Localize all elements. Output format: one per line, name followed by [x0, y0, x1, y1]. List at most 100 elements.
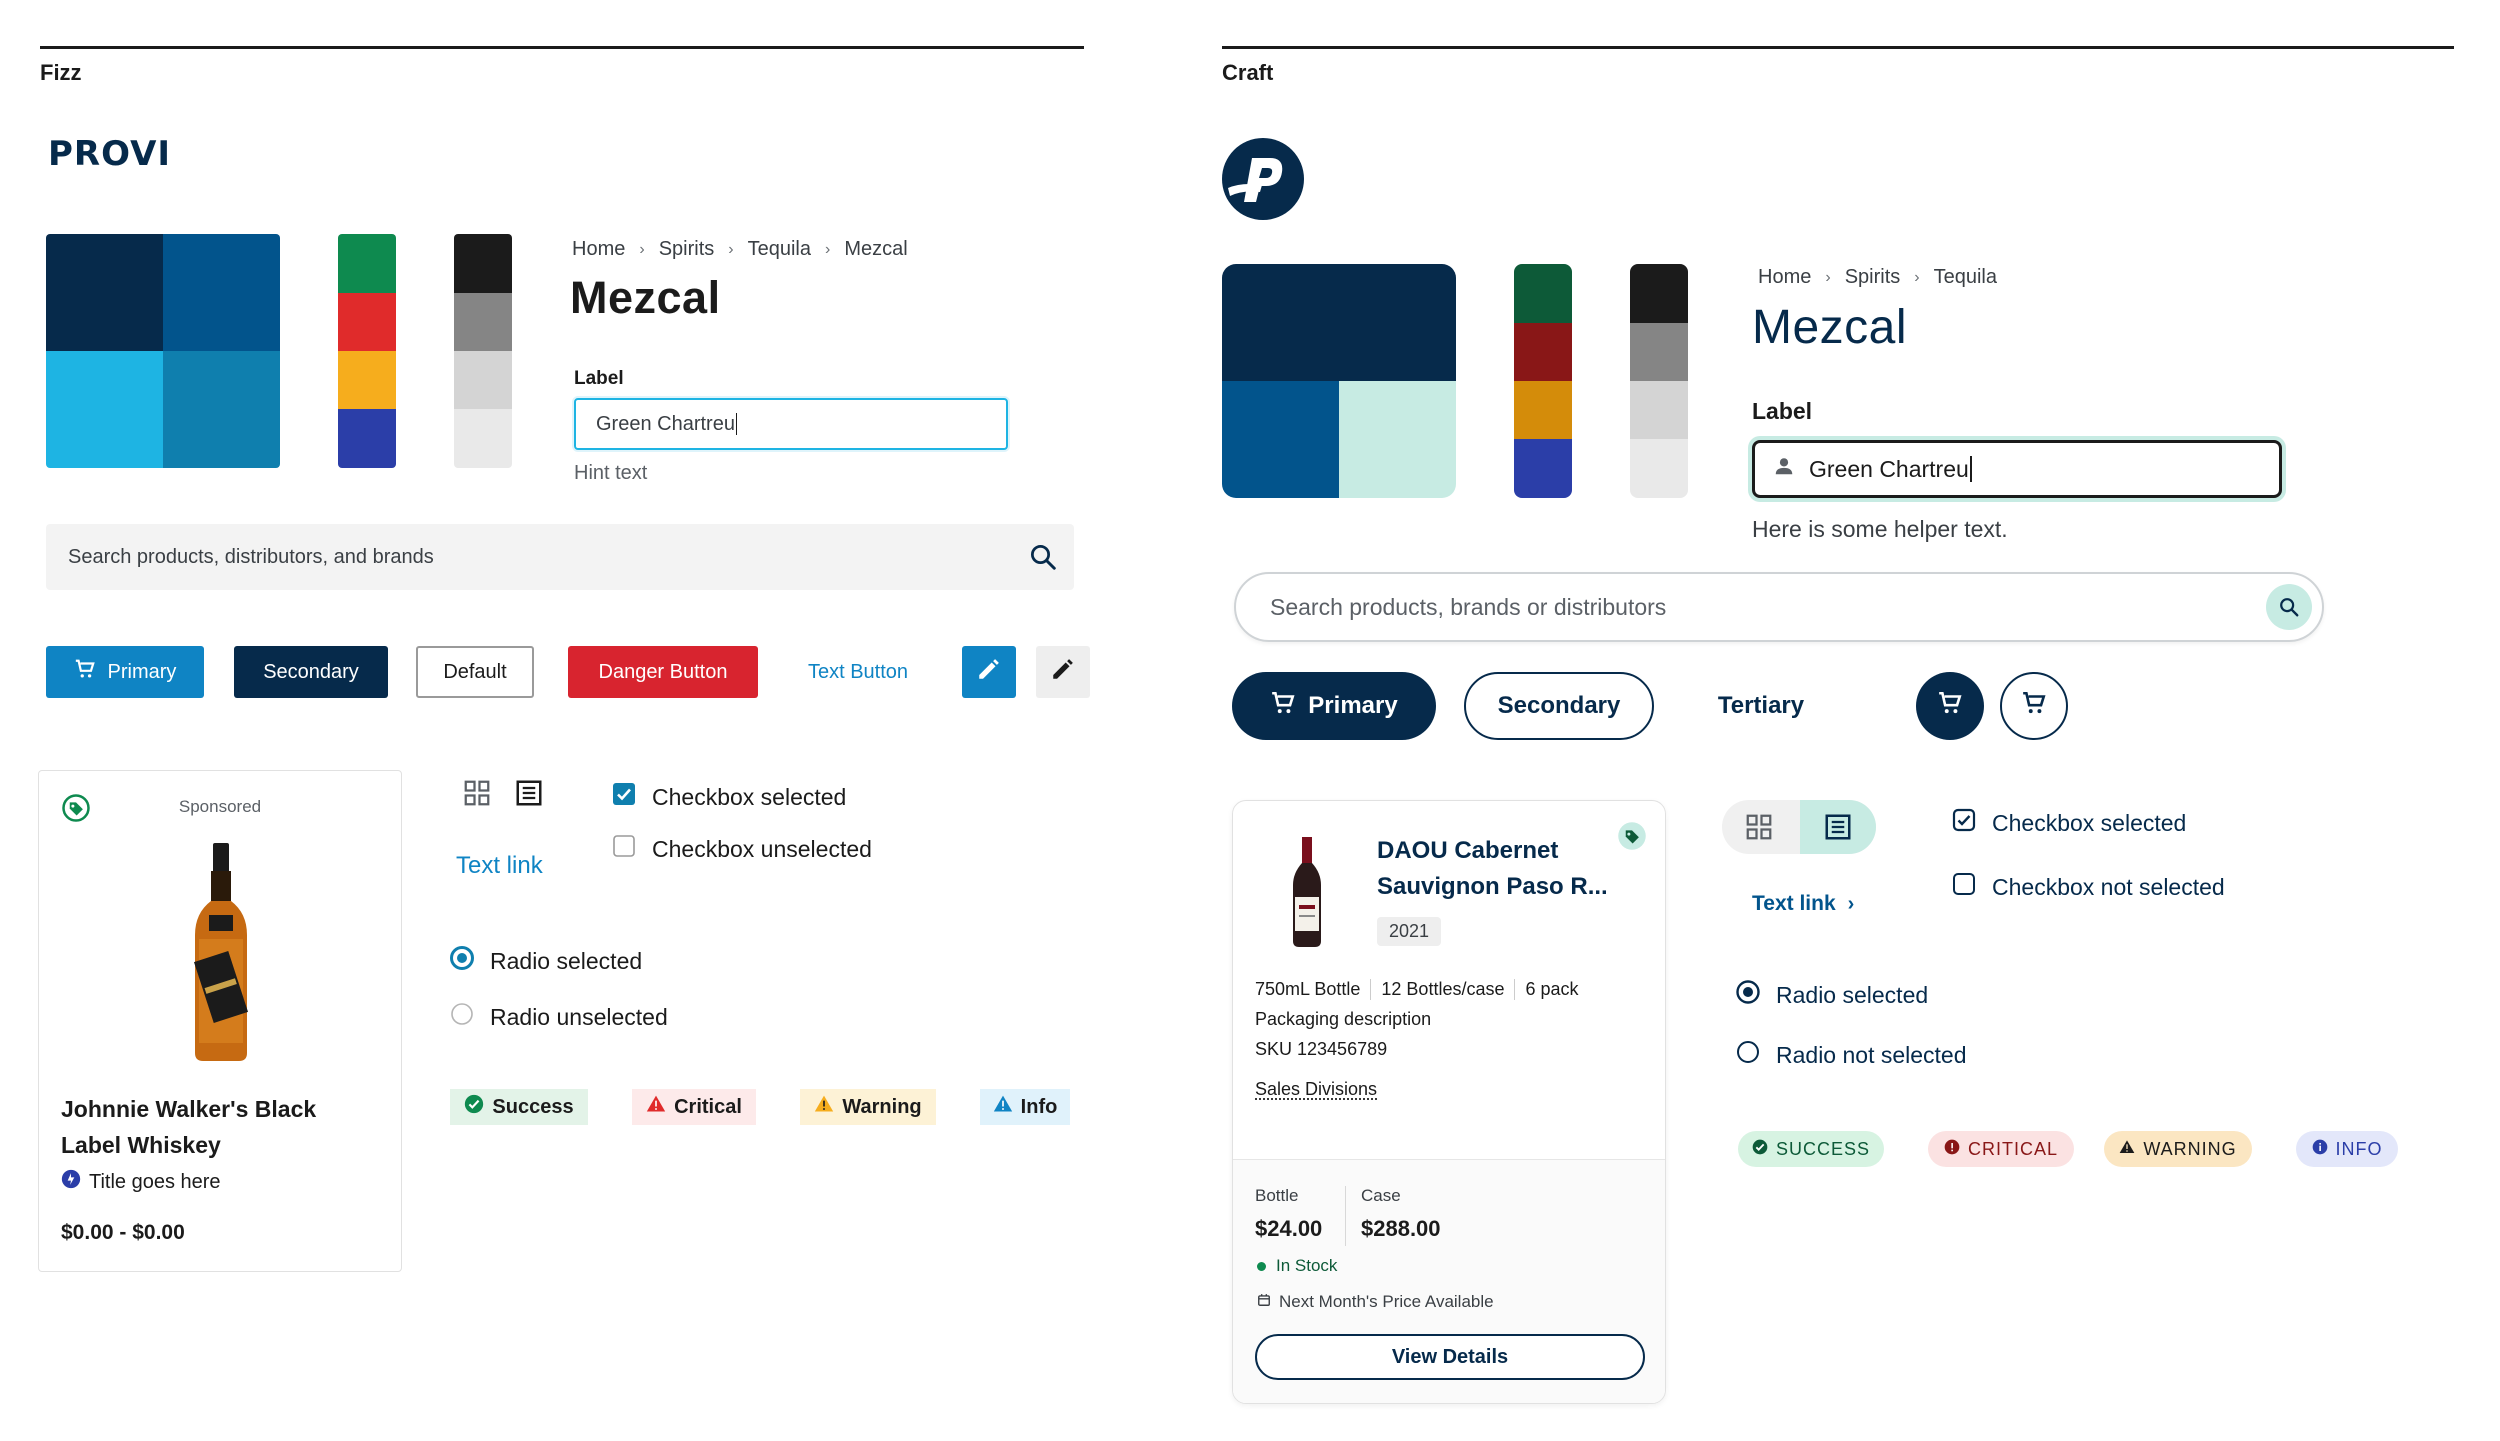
breadcrumb-item[interactable]: Spirits	[659, 238, 715, 261]
fizz-section-title: Fizz	[40, 60, 82, 85]
craft-text-field[interactable]: Green Chartreu	[1752, 440, 2282, 498]
craft-checkbox-selected[interactable]: Checkbox selected	[1952, 808, 2186, 838]
search-icon[interactable]	[2266, 584, 2312, 630]
craft-secondary-button[interactable]: Secondary	[1464, 672, 1654, 740]
fizz-text-link[interactable]: Text link	[456, 852, 543, 880]
person-icon	[1773, 455, 1795, 483]
craft-view-toggle	[1722, 800, 1876, 854]
info-circle-icon	[2312, 1139, 2328, 1160]
craft-cart-icon-button-outline[interactable]	[2000, 672, 2068, 740]
sales-divisions-link[interactable]: Sales Divisions	[1255, 1079, 1377, 1100]
radio-selected-icon	[450, 946, 474, 976]
fizz-badge-critical: Critical	[632, 1089, 756, 1125]
grid-view-icon[interactable]	[1744, 812, 1774, 842]
list-view-icon[interactable]	[1800, 800, 1876, 854]
cart-icon	[74, 658, 96, 686]
fizz-primary-button[interactable]: Primary	[46, 646, 204, 698]
swatch-cyan	[46, 351, 163, 468]
info-triangle-icon	[993, 1094, 1013, 1120]
provi-logo: PROVI	[48, 134, 172, 174]
text-cursor	[1969, 456, 1972, 482]
product-price: $0.00 - $0.00	[61, 1221, 185, 1244]
swatch-indigo	[1514, 439, 1572, 498]
craft-gray-palette	[1630, 264, 1688, 498]
text-cursor	[735, 413, 737, 435]
breadcrumb-item: Mezcal	[844, 238, 908, 260]
craft-tertiary-button[interactable]: Tertiary	[1690, 672, 1832, 740]
fizz-text-field[interactable]: Green Chartreu	[574, 398, 1008, 450]
fizz-field-value: Green Chartreu	[596, 412, 735, 435]
fizz-search-bar[interactable]: Search products, distributors, and brand…	[46, 524, 1074, 590]
craft-section-title: Craft	[1222, 60, 1274, 85]
view-details-button[interactable]: View Details	[1255, 1334, 1645, 1380]
case-label: Case	[1361, 1186, 1401, 1205]
craft-primary-button[interactable]: Primary	[1232, 672, 1436, 740]
product-sku: SKU 123456789	[1255, 1039, 1388, 1059]
breadcrumb-item[interactable]: Home	[1758, 266, 1811, 289]
fizz-danger-button[interactable]: Danger Button	[568, 646, 758, 698]
craft-product-card[interactable]: DAOU Cabernet Sauvignon Paso R... 2021 7…	[1232, 800, 1666, 1404]
craft-badge-critical: CRITICAL	[1928, 1131, 2074, 1167]
pencil-icon	[1050, 656, 1076, 688]
status-dot-icon	[1257, 1261, 1266, 1271]
swatch-lightgray	[1630, 381, 1688, 439]
swatch-teal	[163, 351, 280, 468]
fizz-field-hint: Hint text	[574, 462, 648, 484]
swatch-amber	[1514, 381, 1572, 439]
cart-icon	[1937, 690, 1963, 722]
craft-radio-unselected[interactable]: Radio not selected	[1736, 1040, 1967, 1070]
product-name[interactable]: DAOU Cabernet Sauvignon Paso R...	[1377, 833, 1608, 905]
swatch-gray	[1630, 323, 1688, 381]
fizz-edit-icon-button-ghost[interactable]	[1036, 646, 1090, 698]
fizz-default-button[interactable]: Default	[416, 646, 534, 698]
whiskey-bottle-image	[189, 843, 253, 1063]
chevron-right-icon: ›	[639, 240, 645, 258]
card-pricing-section: Bottle Case $24.00 $288.00 In Stock Next…	[1233, 1159, 1665, 1403]
craft-cart-icon-button-filled[interactable]	[1916, 672, 1984, 740]
checkbox-empty-icon	[1952, 872, 1976, 902]
swatch-black	[454, 234, 512, 293]
vintage-tag: 2021	[1377, 917, 1442, 946]
fizz-text-button[interactable]: Text Button	[786, 646, 930, 698]
breadcrumb-item[interactable]: Tequila	[1934, 266, 1997, 289]
craft-search-placeholder: Search products, brands or distributors	[1270, 593, 1667, 620]
craft-breadcrumb: Home › Spirits › Tequila	[1758, 266, 1997, 289]
swatch-offwhite	[1630, 439, 1688, 498]
check-circle-icon	[464, 1094, 484, 1120]
chevron-right-icon: ›	[824, 240, 831, 258]
craft-text-link[interactable]: Text link ›	[1752, 892, 1854, 916]
grid-view-icon[interactable]	[462, 778, 492, 808]
craft-checkbox-unselected[interactable]: Checkbox not selected	[1952, 872, 2225, 902]
radio-empty-icon	[450, 1002, 474, 1032]
fizz-secondary-button[interactable]: Secondary	[234, 646, 388, 698]
craft-logo	[1222, 138, 1304, 220]
list-view-icon[interactable]	[514, 778, 544, 808]
breadcrumb-item[interactable]: Home	[572, 238, 625, 261]
chevron-right-icon: ›	[1847, 892, 1855, 915]
fizz-product-card[interactable]: Sponsored Johnnie Walker's Black Label W…	[38, 770, 402, 1272]
fizz-checkbox-unselected[interactable]: Checkbox unselected	[612, 834, 872, 864]
search-icon[interactable]	[1028, 542, 1058, 572]
swatch-offwhite	[454, 409, 512, 468]
stock-status: In Stock	[1257, 1256, 1337, 1276]
product-name[interactable]: Johnnie Walker's Black Label Whiskey	[61, 1091, 316, 1163]
breadcrumb-item[interactable]: Tequila	[748, 238, 811, 261]
packaging-description: Packaging description	[1255, 1009, 1432, 1029]
wine-bottle-image	[1289, 837, 1325, 947]
radio-selected-icon	[1736, 980, 1760, 1010]
fizz-divider	[40, 46, 1084, 49]
fizz-edit-icon-button-filled[interactable]	[962, 646, 1016, 698]
fizz-radio-selected[interactable]: Radio selected	[450, 946, 642, 976]
swatch-green	[338, 234, 396, 293]
fizz-checkbox-selected[interactable]: Checkbox selected	[612, 782, 846, 812]
breadcrumb-item[interactable]: Spirits	[1845, 266, 1901, 289]
product-specs: 750mL Bottle 12 Bottles/case 6 pack	[1255, 979, 1579, 1000]
checkbox-checked-icon	[612, 782, 636, 812]
fizz-radio-unselected[interactable]: Radio unselected	[450, 1002, 668, 1032]
craft-search-bar[interactable]: Search products, brands or distributors	[1234, 572, 2324, 642]
craft-status-palette	[1514, 264, 1572, 498]
bottle-label: Bottle	[1255, 1186, 1299, 1205]
checkbox-empty-icon	[612, 834, 636, 864]
craft-radio-selected[interactable]: Radio selected	[1736, 980, 1928, 1010]
craft-field-value: Green Chartreu	[1809, 455, 1969, 482]
